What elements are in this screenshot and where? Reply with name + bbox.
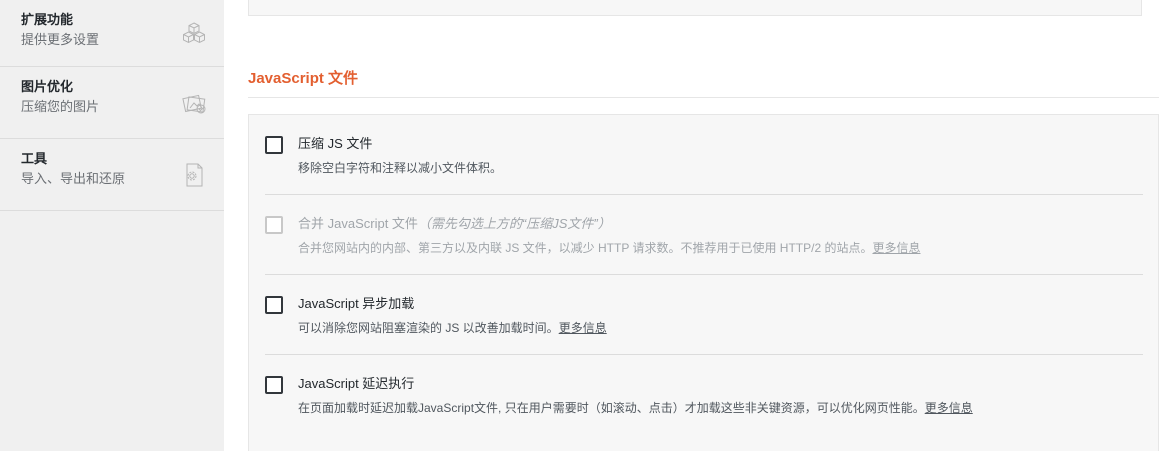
divider: [265, 354, 1143, 355]
option-description-text: 在页面加载时延迟加载JavaScript文件, 只在用户需要时（如滚动、点击）才…: [298, 401, 925, 415]
option-description-text: 移除空白字符和注释以减小文件体积。: [298, 161, 503, 175]
option-note: （需先勾选上方的“压缩JS文件”）: [417, 216, 611, 231]
option-label-text: JavaScript 延迟执行: [298, 376, 415, 391]
options-panel: 压缩 JS 文件 移除空白字符和注释以减小文件体积。 合并 JavaScript…: [248, 114, 1159, 451]
gear-document-icon: [180, 161, 208, 189]
more-info-link[interactable]: 更多信息: [872, 241, 920, 255]
sidebar-item-image-optimization[interactable]: 图片优化 压缩您的图片: [0, 67, 224, 139]
option-label-text: JavaScript 异步加载: [298, 296, 415, 311]
combine-js-checkbox[interactable]: [265, 216, 283, 234]
more-info-link[interactable]: 更多信息: [925, 401, 973, 415]
option-description: 在页面加载时延迟加载JavaScript文件, 只在用户需要时（如滚动、点击）才…: [298, 400, 973, 416]
main-content: JavaScript 文件 压缩 JS 文件 移除空白字符和注释以减小文件体积。…: [248, 0, 1159, 451]
option-label-text: 压缩 JS 文件: [298, 136, 373, 151]
option-description: 移除空白字符和注释以减小文件体积。: [298, 160, 502, 176]
more-info-link[interactable]: 更多信息: [559, 321, 607, 335]
images-icon: [180, 89, 208, 117]
option-label[interactable]: JavaScript 延迟执行: [298, 376, 414, 392]
defer-js-checkbox[interactable]: [265, 376, 283, 394]
sidebar-item-addons[interactable]: 扩展功能 提供更多设置: [0, 0, 224, 67]
sidebar-item-tools[interactable]: 工具 导入、导出和还原: [0, 139, 224, 211]
section-title: JavaScript 文件: [248, 70, 359, 87]
option-description: 合并您网站内的内部、第三方以及内联 JS 文件，以减少 HTTP 请求数。不推荐…: [298, 240, 920, 256]
option-description: 可以消除您网站阻塞渲染的 JS 以改善加载时间。更多信息: [298, 320, 607, 336]
option-label[interactable]: JavaScript 异步加载: [298, 296, 414, 312]
option-label[interactable]: 压缩 JS 文件: [298, 136, 372, 152]
option-label-text: 合并 JavaScript 文件: [298, 216, 418, 231]
sidebar: 扩展功能 提供更多设置 图片优化 压缩您的图片 工具 导入、导出和还原: [0, 0, 224, 451]
previous-section-panel: [248, 0, 1142, 16]
option-description-text: 可以消除您网站阻塞渲染的 JS 以改善加载时间。: [298, 321, 559, 335]
option-description-text: 合并您网站内的内部、第三方以及内联 JS 文件，以减少 HTTP 请求数。不推荐…: [298, 241, 873, 255]
cubes-icon: [180, 19, 208, 47]
minify-js-checkbox[interactable]: [265, 136, 283, 154]
async-js-checkbox[interactable]: [265, 296, 283, 314]
option-label[interactable]: 合并 JavaScript 文件（需先勾选上方的“压缩JS文件”）: [298, 216, 611, 232]
divider: [265, 194, 1143, 195]
divider: [265, 274, 1143, 275]
section-divider: [248, 97, 1159, 98]
